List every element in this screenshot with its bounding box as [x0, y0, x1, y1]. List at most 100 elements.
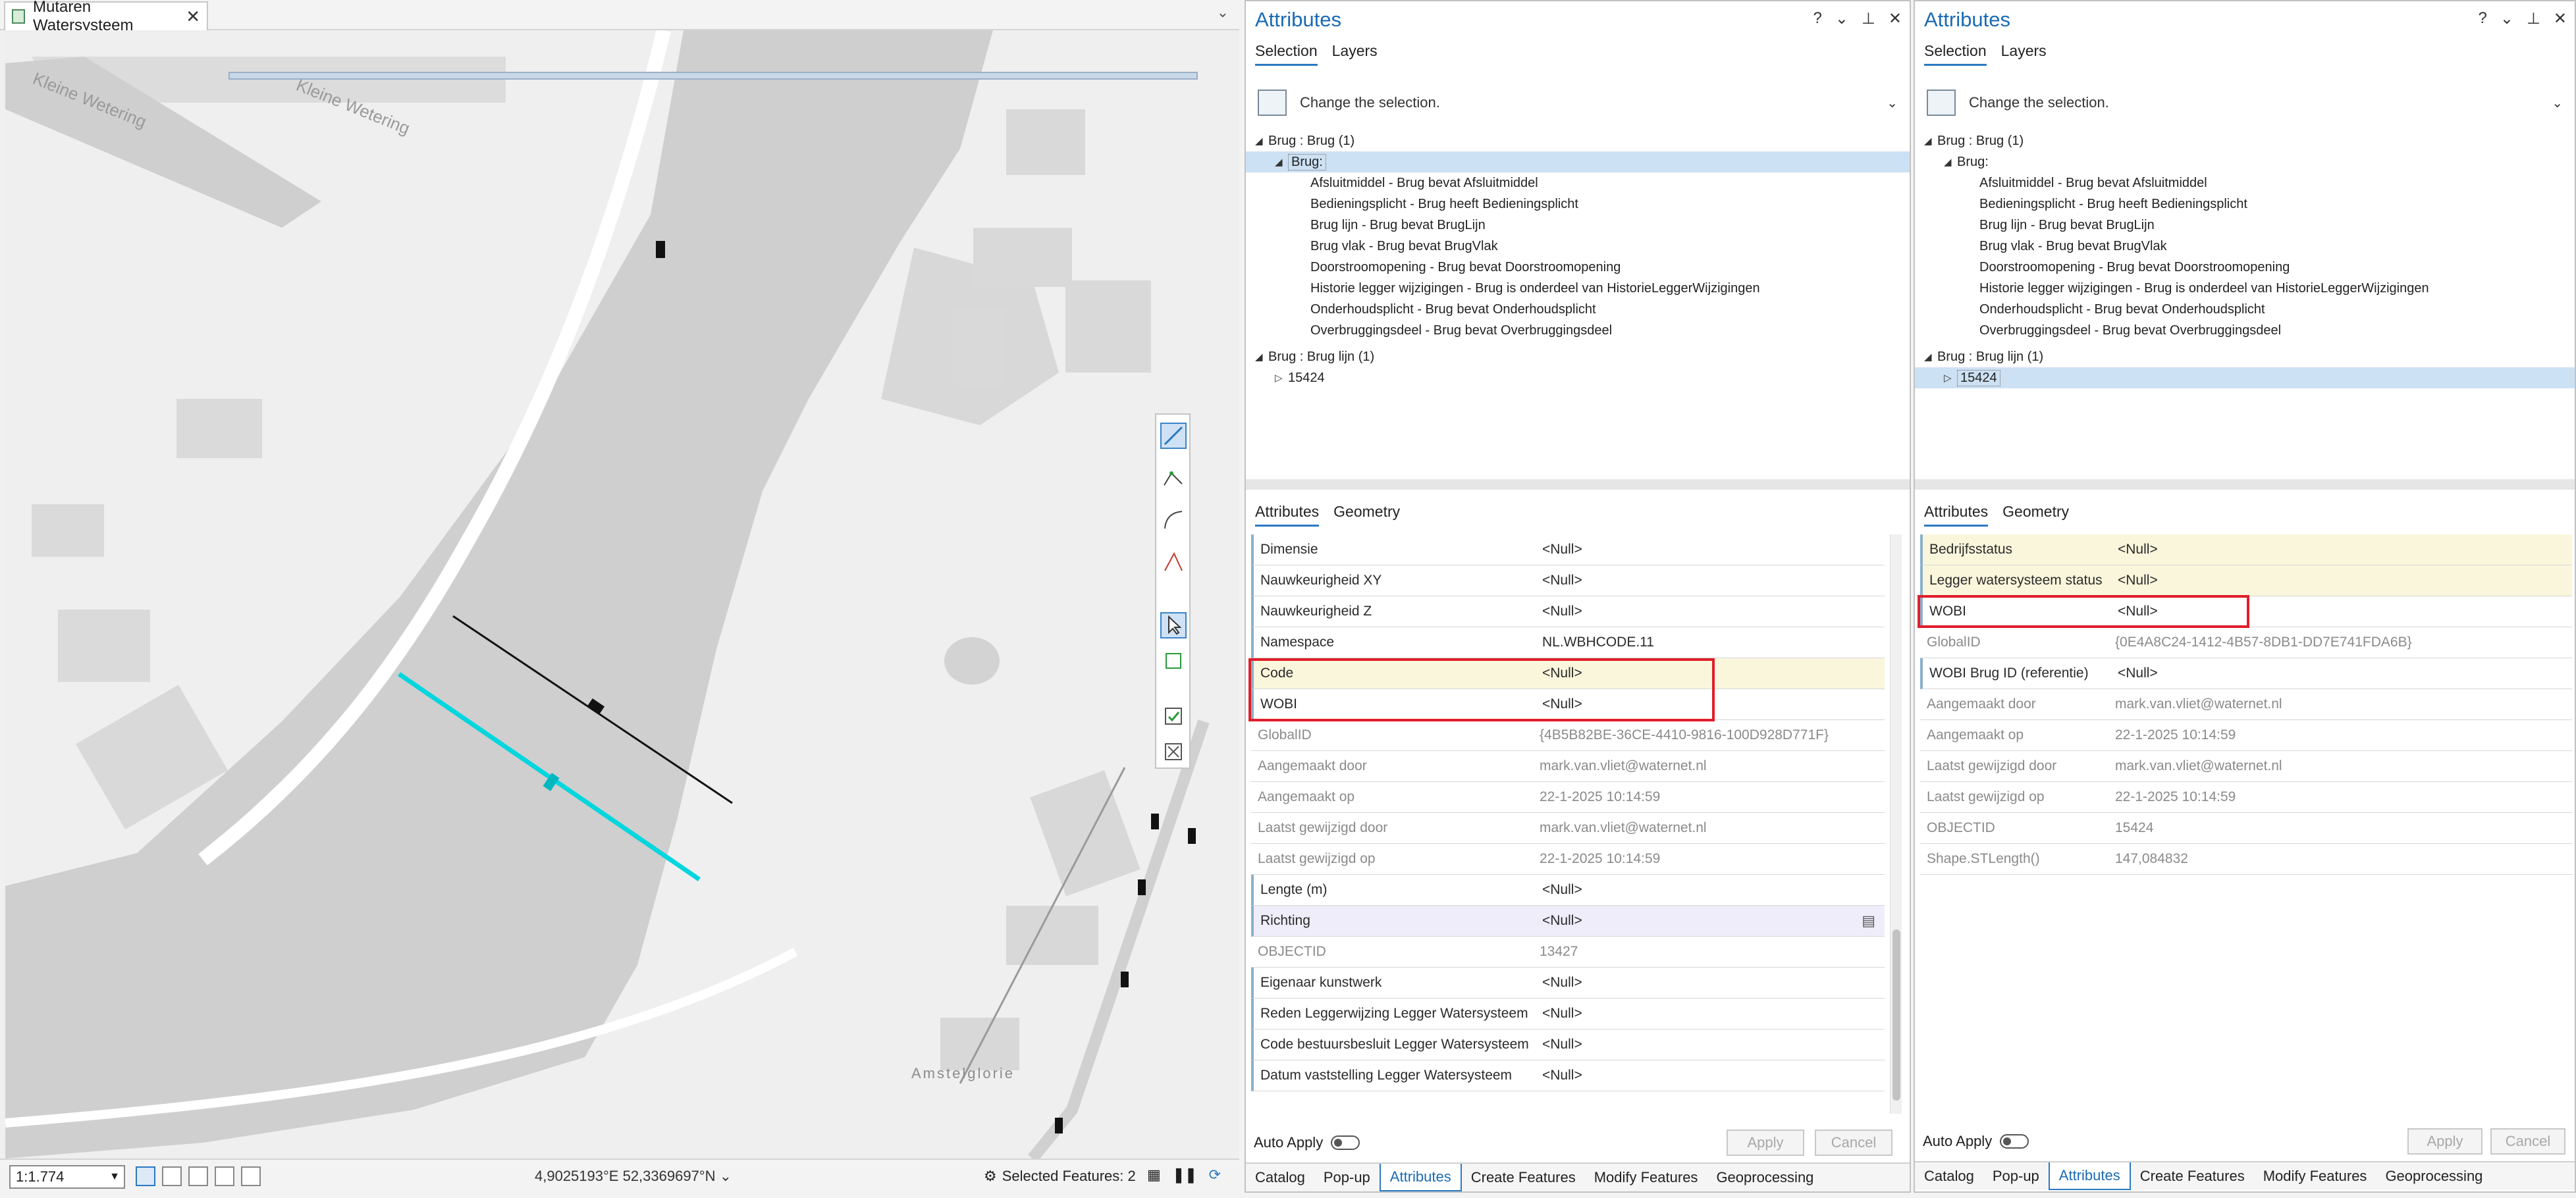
- attribute-row[interactable]: Laatst gewijzigd door mark.van.vliet@wate…: [1251, 813, 1885, 844]
- tree-node[interactable]: Overbruggingsdeel - Brug bevat Overbrugg…: [1246, 320, 1910, 341]
- scroll-thumb[interactable]: [1892, 929, 1900, 1101]
- field-value[interactable]: <Null>: [1542, 573, 1582, 588]
- tree-node[interactable]: Doorstroomopening - Brug bevat Doorstroo…: [1246, 257, 1910, 278]
- tab-catalog[interactable]: Catalog: [1246, 1164, 1314, 1191]
- attribute-row[interactable]: Datum vaststelling Legger Watersysteem <N…: [1251, 1060, 1885, 1091]
- tree-node[interactable]: ◢ Brug : Brug (1): [1246, 130, 1910, 151]
- tree-node[interactable]: Brug lijn - Brug bevat BrugLijn: [1246, 215, 1910, 236]
- tree-node[interactable]: Onderhoudsplicht - Brug bevat Onderhouds…: [1246, 299, 1910, 320]
- pin-icon[interactable]: ⊥: [2527, 9, 2540, 28]
- scale-selector[interactable]: 1:1.774 ▼: [9, 1165, 125, 1189]
- attribute-row[interactable]: Namespace NL.WBHCODE.11: [1251, 627, 1885, 658]
- delete-sketch-icon[interactable]: [1160, 739, 1187, 765]
- field-value[interactable]: <Null>: [1542, 882, 1582, 898]
- tree-node[interactable]: Onderhoudsplicht - Brug bevat Onderhouds…: [1915, 299, 2575, 320]
- tab-attributes-dock[interactable]: Attributes: [2048, 1162, 2131, 1190]
- tree-node[interactable]: Bedieningsplicht - Brug heeft Bedienings…: [1246, 194, 1910, 215]
- attribute-row[interactable]: GlobalID {0E4A8C24-1412-4B57-8DB1-DD7E741…: [1920, 627, 2572, 658]
- tab-catalog[interactable]: Catalog: [1915, 1162, 1983, 1190]
- selected-features-indicator[interactable]: ⚙ Selected Features: 2: [984, 1168, 1136, 1185]
- tree-node[interactable]: ◢ Brug:: [1915, 151, 2575, 172]
- field-value[interactable]: <Null>: [1542, 913, 1582, 929]
- field-value[interactable]: <Null>: [2118, 665, 2158, 681]
- tab-attributes[interactable]: Attributes: [1255, 503, 1320, 527]
- attribute-row[interactable]: Aangemaakt door mark.van.vliet@waternet.n…: [1920, 689, 2572, 720]
- change-selection-dropdown[interactable]: Change the selection. ⌄: [1258, 86, 1898, 120]
- field-value[interactable]: <Null>: [1542, 604, 1582, 619]
- tab-geometry[interactable]: Geometry: [2002, 503, 2069, 527]
- attribute-row[interactable]: Reden Leggerwijzing Legger Watersysteem <…: [1251, 999, 1885, 1029]
- tree-node[interactable]: ◢ Brug:: [1246, 151, 1910, 172]
- attribute-row[interactable]: Aangemaakt op 22-1-2025 10:14:59: [1251, 782, 1885, 813]
- tree-node[interactable]: ▷ 15424: [1246, 367, 1910, 388]
- coordinate-readout[interactable]: 4,9025193°E 52,3369697°N ⌄: [535, 1168, 732, 1185]
- attribute-row[interactable]: Laatst gewijzigd door mark.van.vliet@wate…: [1920, 751, 2572, 782]
- cancel-button[interactable]: Cancel: [1815, 1130, 1892, 1156]
- vertex-edit-icon[interactable]: [1160, 648, 1187, 674]
- tab-layers[interactable]: Layers: [1332, 42, 1378, 66]
- polyline-tool-icon[interactable]: [1160, 465, 1187, 491]
- help-icon[interactable]: ?: [1813, 9, 1822, 28]
- pane-splitter[interactable]: [1246, 479, 1910, 490]
- attribute-row[interactable]: Bedrijfsstatus <Null>: [1920, 534, 2572, 565]
- change-selection-dropdown[interactable]: Change the selection. ⌄: [1927, 86, 2563, 120]
- tree-node[interactable]: Bedieningsplicht - Brug heeft Bedienings…: [1915, 194, 2575, 215]
- tree-node[interactable]: Brug vlak - Brug bevat BrugVlak: [1246, 236, 1910, 257]
- tree-node[interactable]: ◢ Brug : Brug (1): [1915, 130, 2575, 151]
- attribute-row[interactable]: Shape.STLength() 147,084832: [1920, 844, 2572, 875]
- table-icon[interactable]: [162, 1166, 182, 1186]
- field-value[interactable]: NL.WBHCODE.11: [1542, 635, 1654, 650]
- tree-node[interactable]: Afsluitmiddel - Brug bevat Afsluitmiddel: [1915, 172, 2575, 194]
- tree-node[interactable]: Historie legger wijzigingen - Brug is on…: [1246, 278, 1910, 299]
- expanded-icon[interactable]: ◢: [1944, 156, 1957, 168]
- attribute-row[interactable]: Legger watersysteem status <Null>: [1920, 565, 2572, 596]
- attribute-row[interactable]: Aangemaakt op 22-1-2025 10:14:59: [1920, 720, 2572, 751]
- cancel-button[interactable]: Cancel: [2490, 1128, 2565, 1155]
- line-tool-icon[interactable]: [1160, 423, 1187, 449]
- tree-node[interactable]: Brug lijn - Brug bevat BrugLijn: [1915, 215, 2575, 236]
- close-icon[interactable]: ✕: [2554, 9, 2567, 28]
- tab-create-features[interactable]: Create Features: [1462, 1164, 1585, 1191]
- field-value[interactable]: <Null>: [2118, 542, 2158, 558]
- tree-node[interactable]: Doorstroomopening - Brug bevat Doorstroo…: [1915, 257, 2575, 278]
- refresh-icon[interactable]: ⟳: [1209, 1166, 1221, 1184]
- attribute-row[interactable]: Dimensie <Null>: [1251, 534, 1885, 565]
- map-tab[interactable]: Mutaren Watersysteem ✕: [4, 0, 208, 34]
- field-value[interactable]: <Null>: [1542, 1037, 1582, 1053]
- pin-icon[interactable]: ⊥: [1862, 9, 1875, 28]
- attribute-row[interactable]: Laatst gewijzigd op 22-1-2025 10:14:59: [1251, 844, 1885, 875]
- pause-icon[interactable]: ❚❚: [1173, 1166, 1197, 1184]
- attribute-row[interactable]: Nauwkeurigheid XY <Null>: [1251, 565, 1885, 596]
- right-angle-tool-icon[interactable]: [1160, 549, 1187, 575]
- collapsed-icon[interactable]: ▷: [1944, 372, 1957, 384]
- field-value[interactable]: <Null>: [1542, 1006, 1582, 1022]
- map-canvas[interactable]: Kleine Wetering Kleine Wetering Amstelgl…: [5, 30, 1239, 1159]
- close-icon[interactable]: ✕: [1889, 9, 1902, 28]
- tree-node[interactable]: Overbruggingsdeel - Brug bevat Overbrugg…: [1915, 320, 2575, 341]
- help-icon[interactable]: ?: [2479, 9, 2487, 28]
- navigate-icon[interactable]: [241, 1166, 261, 1186]
- auto-apply-toggle[interactable]: [1331, 1135, 1360, 1150]
- arc-tool-icon[interactable]: [1160, 507, 1187, 533]
- attribute-row[interactable]: Richting <Null> ▤: [1251, 906, 1885, 937]
- collapsed-icon[interactable]: ▷: [1275, 372, 1288, 384]
- attribute-row[interactable]: Eigenaar kunstwerk <Null>: [1251, 968, 1885, 999]
- vertical-scrollbar[interactable]: [1890, 534, 1902, 1114]
- tab-attributes-dock[interactable]: Attributes: [1379, 1164, 1462, 1191]
- tree-node[interactable]: Brug vlak - Brug bevat BrugVlak: [1915, 236, 2575, 257]
- field-value[interactable]: <Null>: [1542, 542, 1582, 558]
- close-icon[interactable]: ✕: [186, 7, 200, 27]
- expanded-icon[interactable]: ◢: [1924, 135, 1937, 147]
- expanded-icon[interactable]: ◢: [1275, 156, 1288, 168]
- tab-create-features[interactable]: Create Features: [2131, 1162, 2254, 1190]
- expanded-icon[interactable]: ◢: [1924, 351, 1937, 363]
- tab-popup[interactable]: Pop-up: [1983, 1162, 2049, 1190]
- pane-splitter[interactable]: [1915, 479, 2575, 490]
- tree-node[interactable]: Afsluitmiddel - Brug bevat Afsluitmiddel: [1246, 172, 1910, 194]
- field-value[interactable]: <Null>: [2118, 573, 2158, 588]
- chevron-down-icon[interactable]: ⌄: [2500, 9, 2513, 28]
- domain-list-icon[interactable]: ▤: [1862, 912, 1875, 929]
- apply-button[interactable]: Apply: [1727, 1130, 1804, 1156]
- tab-modify-features[interactable]: Modify Features: [2254, 1162, 2376, 1190]
- attribute-row[interactable]: Lengte (m) <Null>: [1251, 875, 1885, 906]
